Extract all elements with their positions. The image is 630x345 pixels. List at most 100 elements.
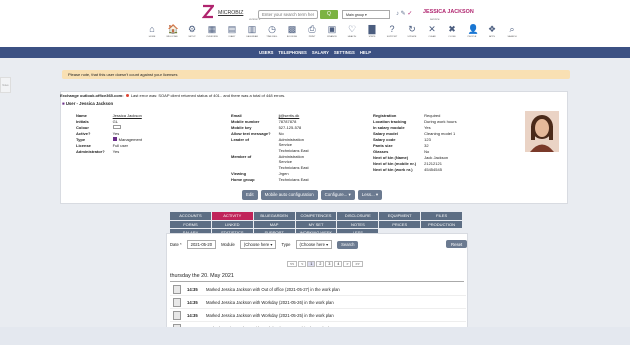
hr-value: No <box>424 149 430 154</box>
tab-linked[interactable]: LINKED <box>211 220 253 228</box>
tab-prices[interactable]: PRICES <box>379 220 421 228</box>
tab-activity[interactable]: ACTIVITY <box>211 212 253 220</box>
log-time: 14:35 <box>187 312 198 318</box>
detail-value: Jessica Jackson <box>112 113 142 118</box>
tab-files[interactable]: FILES <box>421 212 462 220</box>
page-link[interactable]: 2 <box>316 261 325 267</box>
toolbar-item-label: DIARY <box>228 36 236 38</box>
brand-logo-icon[interactable] <box>202 4 214 19</box>
search-button[interactable]: Q <box>320 10 338 19</box>
toolbar-item-update[interactable]: ↻ UPDATE <box>405 24 419 38</box>
toolbar-item-people[interactable]: 👤 PEOPLE <box>465 24 479 38</box>
toolbar-item-finance[interactable]: ▣ FINANCE <box>325 24 339 38</box>
toolbar-item-clear[interactable]: ✕ CLEAR <box>425 24 439 38</box>
page-link[interactable]: > <box>343 261 352 267</box>
date-field[interactable]: 2021-05-20 <box>186 240 217 249</box>
toolbar-item-stats[interactable]: ▇ STATS <box>365 24 379 38</box>
type-select[interactable]: (Choose here ▾ <box>295 240 333 249</box>
tab-competences[interactable]: COMPETENCES <box>295 212 337 220</box>
page-link[interactable]: << <box>287 261 298 267</box>
tab-map[interactable]: MAP <box>253 220 295 228</box>
page-link[interactable]: 3 <box>325 261 334 267</box>
filter-search-button[interactable]: Search <box>337 240 359 249</box>
module-select[interactable]: (Choose here ▾ <box>239 240 277 249</box>
action-mobile-auto-configuration[interactable]: Mobile auto configuration <box>260 190 318 200</box>
toolbar-item-time-reg-[interactable]: ◷ TIME REG. <box>265 24 279 38</box>
toolbar-item-home[interactable]: ⌂ HOME <box>145 24 159 38</box>
log-row: 14:35 Marked Jessica Jackson with Workday… <box>170 309 466 322</box>
refresh-icon: ↻ <box>408 24 416 34</box>
toolbar-item-print[interactable]: ⎙ PRINT <box>305 24 319 38</box>
tab-bluegarden[interactable]: BLUEGARDEN <box>253 212 295 220</box>
detail-label: Initials <box>76 119 89 124</box>
log-time: 14:35 <box>187 299 198 305</box>
toolbar-item-label: FINANCE <box>327 36 337 38</box>
grid2-icon: ▤ <box>227 24 237 34</box>
bell-icon[interactable]: ♪ <box>396 11 399 17</box>
tab-equipment[interactable]: EQUIPMENT <box>379 212 421 220</box>
hr-value: Jack Jackson <box>424 155 449 160</box>
search-input[interactable] <box>258 10 318 19</box>
nav-item-salary[interactable]: SALARY <box>312 50 329 55</box>
side-tab[interactable]: Notes <box>0 77 11 93</box>
tab-disclosure[interactable]: DISCLOSURE <box>337 212 379 220</box>
toolbar-item-welcome[interactable]: 🏠 WELCOME <box>165 24 179 38</box>
hr-label: Salary code <box>373 137 396 142</box>
contact-label: Mobile number <box>231 119 260 124</box>
toolbar-item-apps[interactable]: ❖ APPS <box>485 24 499 38</box>
contact-label: Member of <box>231 153 252 159</box>
page-link[interactable]: 1 <box>307 261 316 267</box>
brand-name[interactable]: MICROBIZ <box>218 10 243 16</box>
nav-item-users[interactable]: USERS <box>259 50 273 55</box>
hr-label: Registration <box>373 113 397 118</box>
page-link[interactable]: 4 <box>334 261 343 267</box>
tab-my-set[interactable]: MY SET <box>295 220 337 228</box>
icon-toolbar: ⌂ HOME 🏠 WELCOME ⚙ SETUP ▦ OVERVIEW ▤ DIARY ▥ CALEN… <box>145 24 519 38</box>
log-row: 14:35 Marked Jessica Jackson with Workday… <box>170 296 466 309</box>
tab-forms[interactable]: FORMS <box>170 220 211 228</box>
link-icon[interactable]: ✎ <box>401 11 406 17</box>
user-name[interactable]: JESSICA JACKSON <box>423 9 474 15</box>
log-row: 14:35 Marked Jessica Jackson with Out of … <box>170 283 466 296</box>
action-less[interactable]: Less... ▾ <box>357 190 383 200</box>
page-link[interactable]: < <box>298 261 307 267</box>
tables-icon: ▩ <box>287 24 297 34</box>
group-select[interactable]: Main group ▾ <box>342 10 390 19</box>
detail-label: Administrator? <box>76 149 105 154</box>
reset-button[interactable]: Reset <box>446 240 468 248</box>
user-icon: ■ <box>62 101 65 106</box>
toolbar-item-setup[interactable]: ⚙ SETUP <box>185 24 199 38</box>
detail-value <box>112 125 142 130</box>
toolbar-item-booking[interactable]: ▩ BOOKING <box>285 24 299 38</box>
error-text: Last error was: SOAP client returned sta… <box>130 93 286 98</box>
toolbar-item-health[interactable]: ♡ HEALTH <box>345 24 359 38</box>
page-link[interactable]: >> <box>352 261 363 267</box>
contact-value: No <box>278 131 284 136</box>
tab-accounts[interactable]: ACCOUNTS <box>170 212 211 220</box>
contact-label: Email <box>231 113 242 118</box>
action-edit[interactable]: Edit <box>242 190 258 200</box>
toolbar-item-label: STATS <box>368 36 376 38</box>
tab-notes[interactable]: NOTES <box>337 220 379 228</box>
toolbar-item-label: CLOSE <box>448 36 456 38</box>
hr-value: 32 <box>424 143 429 148</box>
toolbar-item-support[interactable]: ? SUPPORT <box>385 24 399 38</box>
pin-icon[interactable]: ✓ <box>407 11 412 17</box>
type-label: Type <box>281 242 291 247</box>
contact-label: Mobile key <box>231 125 252 130</box>
toolbar-item-overview[interactable]: ▦ OVERVIEW <box>205 24 219 38</box>
contact-label: Home group <box>231 176 255 182</box>
toolbar-item-close[interactable]: ✖ CLOSE <box>445 24 459 38</box>
action-configure[interactable]: Configure... ▾ <box>320 190 355 200</box>
tab-production[interactable]: PRODUCTION <box>421 220 462 228</box>
nav-item-telephones[interactable]: TELEPHONES <box>278 50 306 55</box>
hr-label: Next of kin (work nr.) <box>373 167 413 172</box>
toolbar-item-calendar[interactable]: ▥ CALENDAR <box>245 24 259 38</box>
toolbar-item-diary[interactable]: ▤ DIARY <box>225 24 239 38</box>
search-icon: ⌕ <box>509 24 515 34</box>
nav-item-help[interactable]: HELP <box>360 50 371 55</box>
toolbar-item-search[interactable]: ⌕ SEARCH <box>505 24 519 38</box>
nav-item-settings[interactable]: SETTINGS <box>334 50 355 55</box>
date-label: Date * <box>170 242 182 247</box>
exchange-error: Exchange outlook.office365.com: Last err… <box>60 93 285 98</box>
